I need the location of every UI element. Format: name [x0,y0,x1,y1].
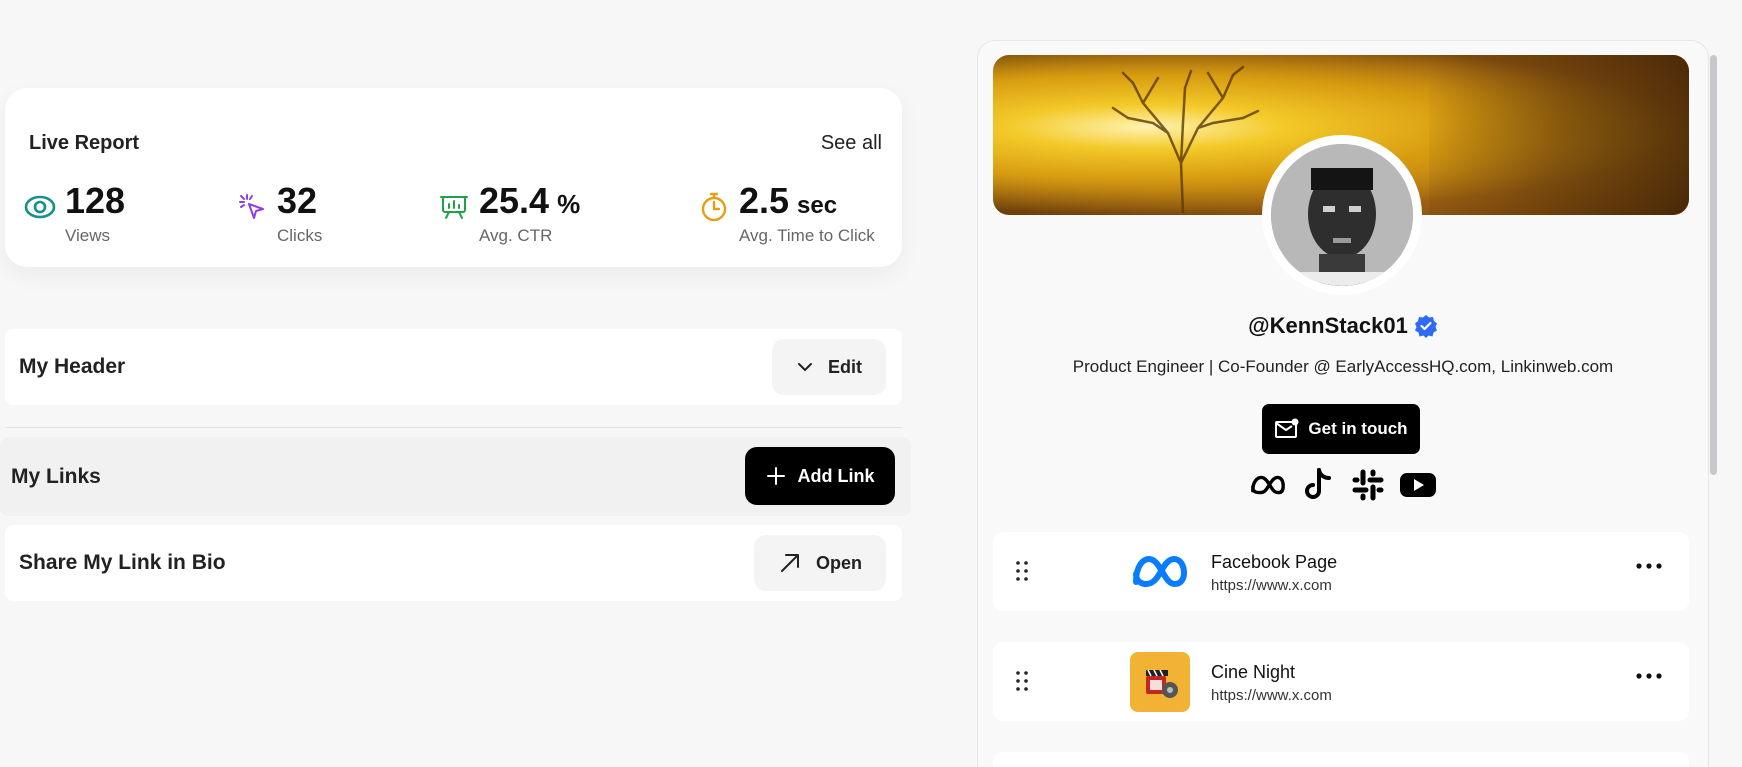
get-in-touch-button[interactable]: Get in touch [1262,404,1420,454]
eye-icon [23,190,57,224]
add-link-label: Add Link [797,465,875,486]
youtube-icon[interactable] [1399,466,1437,504]
cinema-thumbnail-icon [1130,652,1190,712]
link-url: https://www.x.com [1211,687,1332,704]
open-share-button[interactable]: Open [753,535,886,591]
presentation-chart-icon [437,190,471,224]
avatar [1271,144,1413,286]
divider [5,427,902,428]
tiktok-icon[interactable] [1299,466,1337,504]
ctr-label: Avg. CTR [479,226,553,245]
mail-notification-icon [1275,418,1299,438]
cursor-click-icon [235,190,269,224]
profile-handle-row: @KennStack01 [977,313,1709,339]
live-report-card: Live Report See all 128 Views 32 Clicks … [5,88,902,267]
person-avatar-icon [1271,144,1413,286]
stopwatch-icon [697,190,731,224]
social-icons [1249,466,1437,504]
scrollbar[interactable] [1710,55,1717,475]
meta-logo-icon [1130,542,1190,602]
views-label: Views [65,226,111,245]
time-label: Avg. Time to Click [739,226,875,245]
stat-time-to-click: 2.5 sec Avg. Time to Click [697,182,875,246]
open-label: Open [815,552,862,573]
stat-views: 128 Views [23,182,125,246]
link-card[interactable]: Facebook Page https://www.x.com [993,532,1689,611]
link-card[interactable] [993,752,1689,767]
share-row: Share My Link in Bio Open [5,525,902,601]
drag-handle-icon[interactable] [1015,670,1029,692]
ctr-value: 25.4 [479,180,550,221]
live-report-title: Live Report [29,132,140,154]
my-header-row: My Header Edit [5,329,902,405]
slack-icon[interactable] [1349,466,1387,504]
stat-clicks: 32 Clicks [235,182,322,246]
tree-silhouette-icon [1111,65,1260,213]
stat-ctr: 25.4% Avg. CTR [437,182,580,246]
meta-icon[interactable] [1249,466,1287,504]
time-unit: sec [797,192,838,219]
get-in-touch-label: Get in touch [1308,419,1408,438]
profile-handle: @KennStack01 [1248,313,1408,338]
verified-badge-icon [1414,315,1437,338]
avatar-ring [1262,135,1422,295]
my-header-title: My Header [19,355,126,378]
drag-handle-icon[interactable] [1015,560,1029,582]
plus-icon [766,467,785,485]
clicks-label: Clicks [277,226,323,245]
link-card[interactable]: Cine Night https://www.x.com [993,642,1689,721]
link-title: Cine Night [1211,662,1296,682]
more-options-icon[interactable] [1635,562,1663,570]
my-links-row: My Links Add Link [0,437,911,516]
link-title: Facebook Page [1211,552,1338,572]
profile-bio: Product Engineer | Co-Founder @ EarlyAcc… [1072,357,1614,376]
edit-header-button[interactable]: Edit [772,339,886,395]
my-links-title: My Links [11,465,101,488]
clicks-value: 32 [277,180,318,221]
link-url: https://www.x.com [1211,577,1332,594]
more-options-icon[interactable] [1635,672,1663,680]
add-link-button[interactable]: Add Link [745,447,895,505]
see-all-link[interactable]: See all [821,132,882,155]
share-title: Share My Link in Bio [19,551,226,574]
arrow-up-right-icon [780,554,799,572]
time-value: 2.5 [739,180,790,221]
views-value: 128 [65,180,126,221]
chevron-down-icon [798,363,812,372]
ctr-unit: % [557,189,581,219]
edit-label: Edit [828,356,862,377]
